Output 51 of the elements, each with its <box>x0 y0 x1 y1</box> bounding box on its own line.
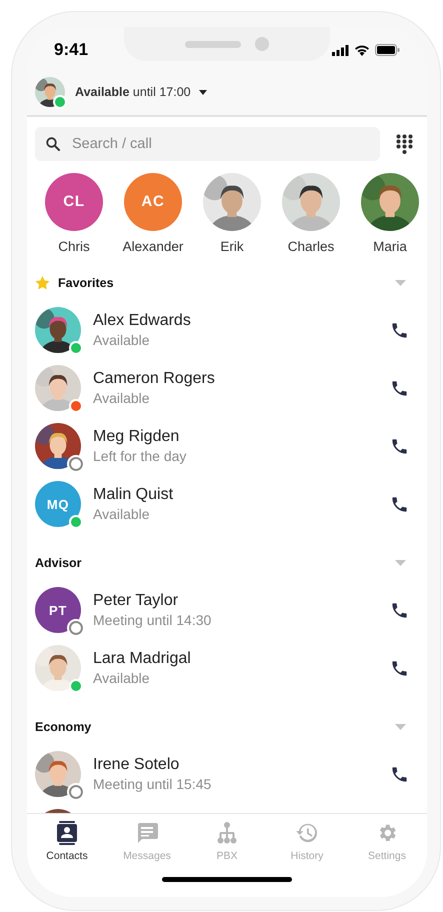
avatar-initials: MQ <box>46 496 70 514</box>
phone-icon <box>390 320 409 340</box>
contact-name[interactable]: Meg Rigden <box>93 426 376 448</box>
contact-status: Available <box>93 389 151 408</box>
time: 9:41 <box>54 39 88 62</box>
section-title: Advisor <box>35 554 82 572</box>
contact-status: Available <box>93 331 151 350</box>
section-title: Economy <box>35 718 92 736</box>
section-title: Favorites <box>58 274 114 292</box>
status-selector[interactable]: Available until 17:00 <box>75 82 207 102</box>
phone-icon <box>390 378 409 398</box>
avatar-initials: CL <box>63 192 85 212</box>
contact-name[interactable]: Cameron Rogers <box>93 368 376 390</box>
contact-name[interactable]: Erik <box>220 237 244 258</box>
phone-icon <box>390 494 409 514</box>
status-text: Available until 17:00 <box>75 84 191 101</box>
contact-name[interactable]: Chris <box>58 237 90 258</box>
signal-icon <box>332 44 349 56</box>
contact-status: Available <box>93 669 151 688</box>
caret-icon <box>198 90 207 94</box>
chat-bubble-icon <box>136 822 158 844</box>
contact-name[interactable]: Peter Taylor <box>93 590 376 612</box>
search-field[interactable]: Search / call <box>35 127 380 161</box>
dialpad-icon <box>396 134 413 154</box>
search-icon <box>46 137 60 151</box>
tab[interactable]: Contacts <box>31 820 103 869</box>
contact-name[interactable]: Alex Edwards <box>93 310 376 332</box>
phone-icon <box>390 436 409 456</box>
contact-status: Available <box>93 505 151 524</box>
contact-status: Meeting until 15:45 <box>93 775 212 794</box>
contact-name[interactable]: Alexander <box>122 237 184 258</box>
contact-name[interactable]: Charles <box>288 237 334 258</box>
contact-name[interactable]: Maria <box>373 237 407 258</box>
phone-icon <box>390 658 409 678</box>
contact-name[interactable]: Irene Sotelo <box>93 754 376 776</box>
history-icon <box>296 823 318 843</box>
caret-icon <box>395 560 406 566</box>
contact-status: Left for the day <box>93 447 188 466</box>
contact-status: Meeting until 14:30 <box>93 611 212 630</box>
phone-icon <box>390 764 409 784</box>
avatar-initials: PT <box>49 602 67 620</box>
hierarchy-icon <box>217 822 237 844</box>
caret-icon <box>395 280 406 286</box>
caret-icon <box>395 724 406 730</box>
battery-icon <box>375 44 400 56</box>
contact-name[interactable]: Malin Quist <box>93 484 376 506</box>
contacts-icon <box>57 821 77 845</box>
phone-icon <box>390 600 409 620</box>
avatar-initials: AC <box>141 192 165 212</box>
wifi-icon <box>354 44 370 56</box>
contact-name[interactable]: Lara Madrigal <box>93 648 376 670</box>
